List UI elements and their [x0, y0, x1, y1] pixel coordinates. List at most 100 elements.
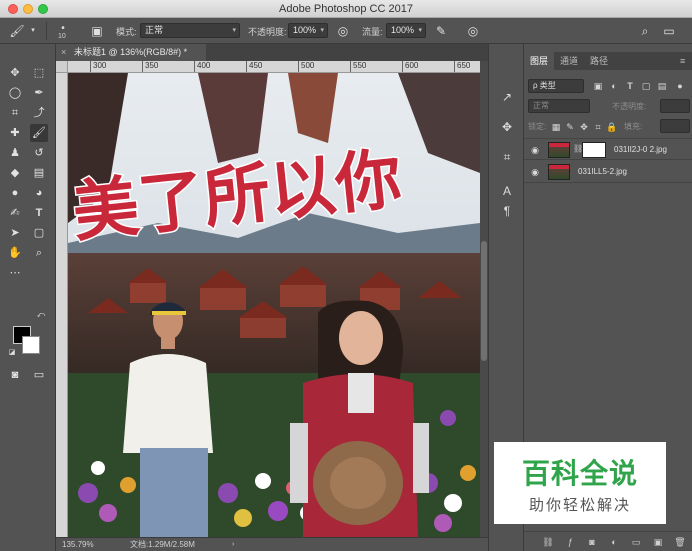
filter-smart-object-icon[interactable]: ▤ — [656, 80, 668, 92]
ruler-origin[interactable] — [56, 61, 68, 73]
delete-layer-icon[interactable]: 🗑 — [674, 536, 686, 548]
crop-panel-icon[interactable]: ⌗ — [498, 148, 516, 166]
add-mask-icon[interactable]: ◙ — [586, 536, 598, 548]
workspace-icon[interactable]: ▭ — [660, 22, 678, 40]
layer-name[interactable]: 031ILL5-2.jpg — [578, 161, 627, 183]
lock-all-icon[interactable]: 🔒 — [606, 121, 618, 133]
gradient-tool-icon[interactable]: ▤ — [30, 164, 48, 182]
vertical-ruler[interactable] — [56, 73, 68, 537]
minimize-window-button[interactable] — [23, 4, 33, 14]
quick-mask-icon[interactable]: ◙ — [6, 366, 24, 384]
tab-channels[interactable]: 通道 — [554, 52, 584, 70]
lasso-tool-icon[interactable]: ◯ — [6, 84, 24, 102]
filter-toggle-icon[interactable]: ● — [674, 80, 686, 92]
filter-pixel-icon[interactable]: ▣ — [592, 80, 604, 92]
hand-tool-icon[interactable]: ✋ — [6, 244, 24, 262]
tab-paths[interactable]: 路径 — [584, 52, 614, 70]
history-panel-icon[interactable]: ↗ — [498, 88, 516, 106]
brush-tool-icon[interactable]: 🖌 — [30, 124, 48, 142]
ruler-tick: 350 — [142, 61, 158, 72]
blend-mode-select[interactable]: 正常 — [528, 99, 590, 113]
swap-colors-icon[interactable]: ⤺ — [32, 306, 50, 324]
fill-label: 填充: — [624, 122, 643, 131]
layer-opacity-input[interactable] — [660, 99, 690, 113]
watermark-title: 百科全说 — [521, 458, 638, 489]
layer-thumbnail — [548, 164, 570, 180]
watermark: 百科全说 助你轻松解决 — [494, 442, 666, 524]
document-tab[interactable]: × 未标题1 @ 136%(RGB/8#) * — [56, 44, 206, 61]
airbrush-icon[interactable]: ✎ — [432, 22, 450, 40]
visibility-eye-icon[interactable]: ◉ — [529, 144, 541, 156]
lock-transparent-icon[interactable]: ▦ — [550, 121, 562, 133]
layer-filter-select[interactable]: ρ 类型 — [528, 79, 584, 93]
lock-pixels-icon[interactable]: ✎ — [564, 121, 576, 133]
lock-artboard-icon[interactable]: ⌗ — [592, 121, 604, 133]
move-tool-icon[interactable]: ✥ — [6, 64, 24, 82]
layer-style-icon[interactable]: ƒ — [564, 536, 576, 548]
flow-input[interactable]: 100% ▾ — [386, 23, 426, 38]
zoom-level[interactable]: 135.79% — [62, 538, 94, 551]
lock-position-icon[interactable]: ✥ — [578, 121, 590, 133]
pressure-size-icon[interactable]: ◎ — [464, 22, 482, 40]
new-group-icon[interactable]: ▭ — [630, 536, 642, 548]
layer-name[interactable]: 031II2J-0 2.jpg — [614, 139, 667, 161]
marquee-tool-icon[interactable]: ⬚ — [30, 64, 48, 82]
paragraph-panel-icon[interactable]: ¶ — [498, 202, 516, 220]
mode-select[interactable]: 正常 ▾ — [140, 23, 240, 38]
dodge-tool-icon[interactable]: ◕ — [30, 184, 48, 202]
search-icon[interactable]: ⌕ — [636, 22, 654, 40]
healing-brush-tool-icon[interactable]: ✚ — [6, 124, 24, 142]
path-select-tool-icon[interactable]: ➤ — [6, 224, 24, 242]
filter-shape-icon[interactable]: ▢ — [640, 80, 652, 92]
shape-tool-icon[interactable]: ▢ — [30, 224, 48, 242]
quick-select-tool-icon[interactable]: ✒ — [30, 84, 48, 102]
status-menu-icon[interactable]: › — [232, 538, 234, 551]
type-tool-icon[interactable]: T — [30, 204, 48, 222]
close-window-button[interactable] — [8, 4, 18, 14]
fill-input[interactable] — [660, 119, 690, 133]
document-tab-title: 未标题1 @ 136%(RGB/8#) * — [74, 47, 188, 57]
document-canvas[interactable]: 美了所以你 — [68, 73, 480, 537]
eyedropper-tool-icon[interactable]: ⤴ — [30, 104, 48, 122]
horizontal-ruler[interactable]: 300 350 400 450 500 550 600 650 — [68, 61, 480, 73]
zoom-tool-icon[interactable]: ⌕ — [30, 244, 48, 262]
eraser-tool-icon[interactable]: ◆ — [6, 164, 24, 182]
opacity-input[interactable]: 100% ▾ — [288, 23, 328, 38]
screen-mode-icon[interactable]: ▭ — [30, 366, 48, 384]
filter-type-icon[interactable]: T — [624, 80, 636, 92]
default-colors-icon[interactable]: ◪ — [3, 344, 21, 362]
photo-image: 美了所以你 — [68, 73, 480, 537]
filter-adjustment-icon[interactable]: ◐ — [608, 80, 620, 92]
pen-tool-icon[interactable]: ✍ — [6, 204, 24, 222]
background-color-swatch[interactable] — [22, 336, 40, 354]
window-titlebar: Adobe Photoshop CC 2017 — [0, 0, 692, 18]
link-layers-icon[interactable]: ⛓ — [542, 536, 554, 548]
window-title: Adobe Photoshop CC 2017 — [279, 3, 413, 15]
pressure-opacity-icon[interactable]: ◎ — [334, 22, 352, 40]
ruler-tick: 550 — [350, 61, 366, 72]
new-layer-icon[interactable]: ▣ — [652, 536, 664, 548]
new-adjustment-icon[interactable]: ◐ — [608, 536, 620, 548]
character-panel-icon[interactable]: A — [498, 182, 516, 200]
visibility-eye-icon[interactable]: ◉ — [529, 166, 541, 178]
scrollbar-thumb[interactable] — [481, 241, 487, 361]
layer-row[interactable]: ◉ ⛓ 031II2J-0 2.jpg — [524, 138, 692, 160]
layer-mask-thumbnail[interactable] — [582, 142, 606, 158]
panel-menu-icon[interactable]: ≡ — [674, 52, 691, 70]
ruler-tick: 400 — [194, 61, 210, 72]
blur-tool-icon[interactable]: ● — [6, 184, 24, 202]
tab-layers[interactable]: 图层 — [524, 52, 555, 70]
vertical-scrollbar[interactable] — [480, 61, 488, 537]
close-tab-icon[interactable]: × — [61, 44, 66, 61]
adjustments-panel-icon[interactable]: ✥ — [498, 118, 516, 136]
zoom-window-button[interactable] — [38, 4, 48, 14]
crop-tool-icon[interactable]: ⌗ — [6, 104, 24, 122]
layer-row[interactable]: ◉ 031ILL5-2.jpg — [524, 161, 692, 183]
clone-stamp-tool-icon[interactable]: ♟ — [6, 144, 24, 162]
blend-row: 正常 不透明度: — [524, 98, 692, 116]
chevron-down-icon[interactable]: ▾ — [24, 22, 42, 40]
more-tools-icon[interactable]: ⋯ — [6, 264, 24, 282]
flow-label: 流量: — [362, 27, 383, 37]
brush-panel-toggle-icon[interactable]: ▣ — [88, 22, 106, 40]
history-brush-tool-icon[interactable]: ↺ — [30, 144, 48, 162]
